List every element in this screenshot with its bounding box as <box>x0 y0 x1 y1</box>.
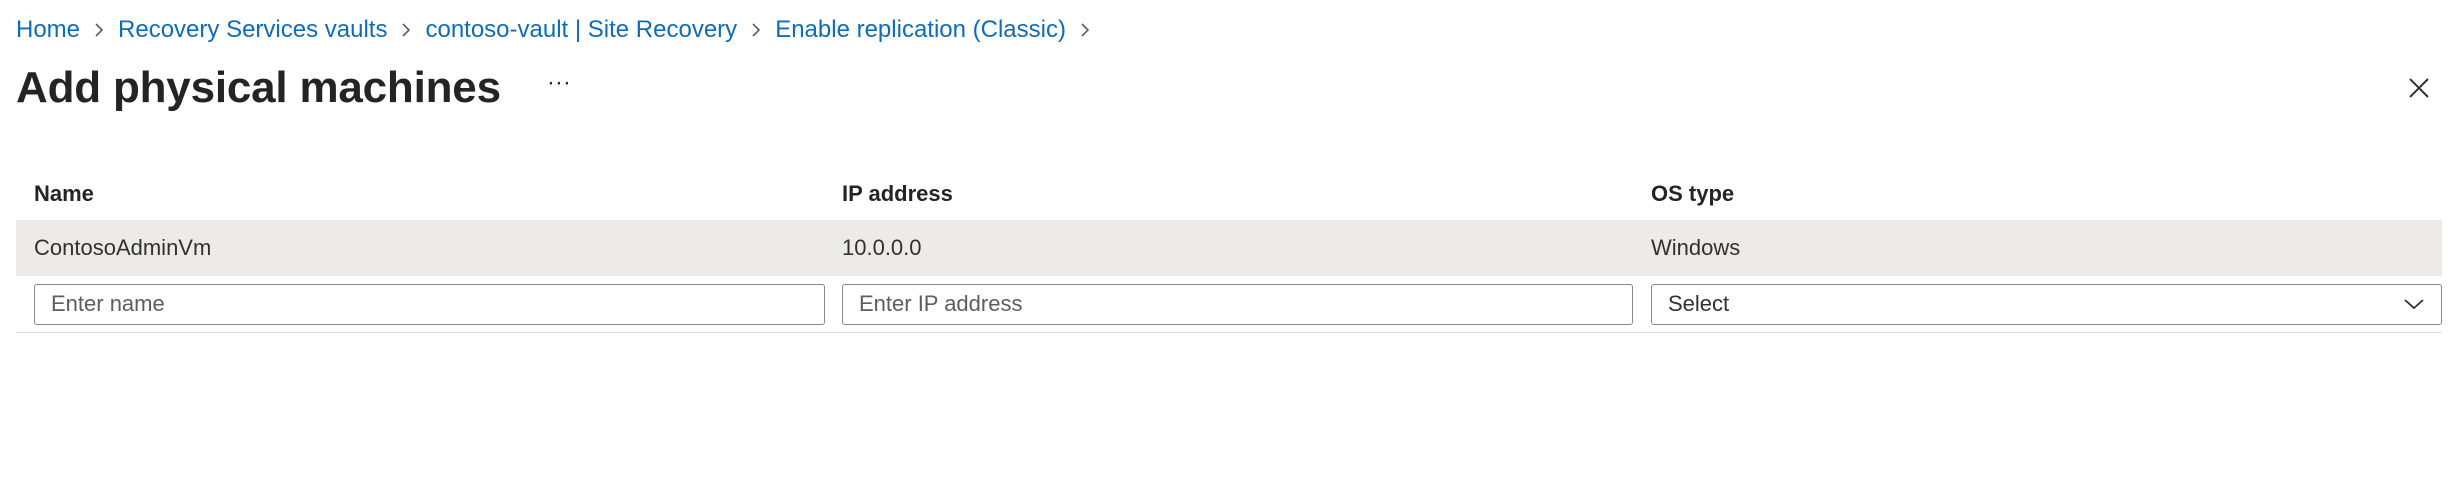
more-options-button[interactable]: ··· <box>541 65 577 111</box>
os-type-dropdown[interactable]: Select <box>1651 283 2442 325</box>
table-header: Name IP address OS type <box>16 168 2442 220</box>
breadcrumb-contoso-vault[interactable]: contoso-vault | Site Recovery <box>425 16 737 44</box>
table-row[interactable]: ContosoAdminVm 10.0.0.0 Windows <box>16 220 2442 276</box>
name-input-cell <box>16 283 825 325</box>
close-button[interactable] <box>2401 70 2437 106</box>
breadcrumb-recovery-services-vaults[interactable]: Recovery Services vaults <box>118 16 387 44</box>
page-title: Add physical machines <box>16 63 501 112</box>
breadcrumb-enable-replication[interactable]: Enable replication (Classic) <box>775 16 1066 44</box>
breadcrumb: Home Recovery Services vaults contoso-va… <box>16 14 1104 46</box>
chevron-right-icon <box>1066 14 1104 46</box>
new-machine-row: Select <box>16 276 2442 333</box>
cell-os-type: Windows <box>1651 235 1741 260</box>
column-header-name: Name <box>34 181 94 206</box>
chevron-right-icon <box>80 14 118 46</box>
add-physical-machines-blade: Home Recovery Services vaults contoso-va… <box>0 0 2457 481</box>
ellipsis-icon: ··· <box>546 69 571 96</box>
close-icon <box>2409 78 2429 98</box>
cell-name: ContosoAdminVm <box>34 235 212 260</box>
ip-input-cell <box>824 283 1633 325</box>
chevron-right-icon <box>737 14 775 46</box>
chevron-down-icon <box>2404 299 2424 310</box>
column-header-os-type: OS type <box>1651 181 1735 206</box>
cell-ip-address: 10.0.0.0 <box>842 235 922 260</box>
breadcrumb-home[interactable]: Home <box>16 16 80 44</box>
column-header-ip-address: IP address <box>842 181 953 206</box>
chevron-right-icon <box>387 14 425 46</box>
os-type-selected-value: Select <box>1668 291 1730 316</box>
os-select-cell: Select <box>1633 283 2442 325</box>
machines-table: Name IP address OS type ContosoAdminVm 1… <box>16 168 2442 333</box>
ip-address-input[interactable] <box>842 283 1633 325</box>
title-row: Add physical machines ··· <box>16 58 577 118</box>
name-input[interactable] <box>34 283 825 325</box>
